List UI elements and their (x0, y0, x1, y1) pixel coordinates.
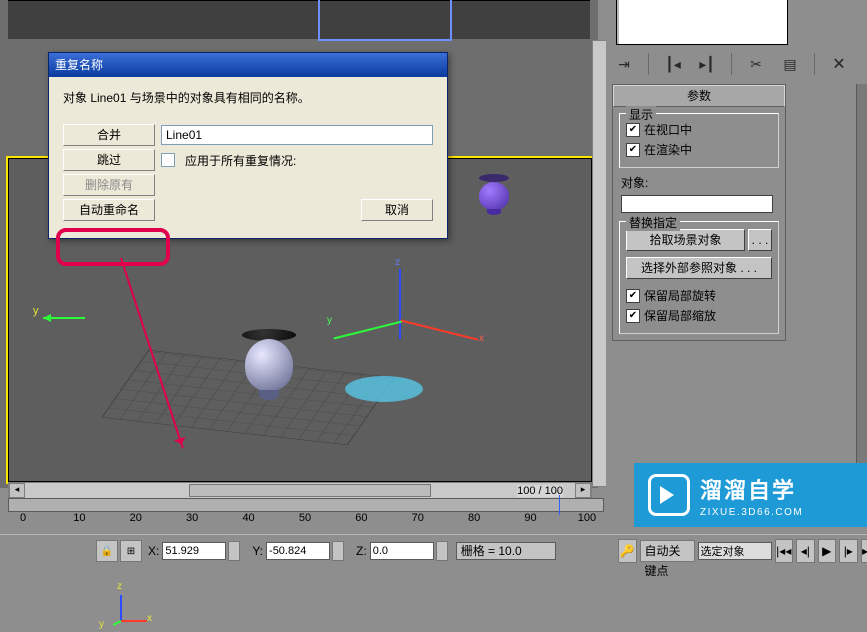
play-button[interactable]: ▶ (818, 539, 837, 563)
delete-original-button[interactable]: 删除原有 (63, 174, 155, 196)
axis-label-y: y (327, 315, 332, 326)
dialog-title[interactable]: 重复名称 (49, 53, 447, 77)
replace-group: 替换指定 拾取场景对象 . . . 选择外部参照对象 . . . ✔保留局部旋转… (619, 221, 779, 334)
keep-scale-checkbox[interactable]: ✔ (626, 309, 640, 323)
key-filter-input[interactable] (698, 542, 772, 560)
wireframe-object (318, 0, 452, 41)
scene-object-vase-big[interactable] (239, 329, 299, 419)
keep-rotation-checkbox[interactable]: ✔ (626, 289, 640, 303)
parameters-rollout: 参数 显示 ✔在视口中 ✔在渲染中 对象: 替换指定 拾取场景对象 . . . … (612, 84, 786, 341)
dialog-message: 对象 Line01 与场景中的对象具有相同的名称。 (63, 89, 433, 106)
prev-sample-icon[interactable]: ┃◂ (661, 52, 685, 76)
display-group: 显示 ✔在视口中 ✔在渲染中 (619, 113, 779, 168)
goto-end-button[interactable]: ▸▸| (861, 539, 867, 563)
pick-scene-button[interactable]: 拾取场景对象 (626, 229, 745, 251)
y-label: Y: (252, 544, 263, 558)
in-viewport-label: 在视口中 (644, 121, 692, 138)
prev-frame-button[interactable]: ◂| (796, 539, 815, 563)
in-render-label: 在渲染中 (644, 141, 692, 158)
z-spinner[interactable] (436, 541, 448, 561)
scroll-left-button[interactable]: ◂ (9, 483, 25, 498)
goto-start-button[interactable]: |◂◂ (775, 539, 794, 563)
apply-all-label: 应用于所有重复情况: (185, 152, 296, 169)
y-spinner[interactable] (332, 541, 344, 561)
keep-scale-label: 保留局部缩放 (644, 307, 716, 324)
timeline-tick-labels: 0102030405060708090100 (8, 512, 602, 528)
keep-rotation-label: 保留局部旋转 (644, 287, 716, 304)
auto-rename-button[interactable]: 自动重命名 (63, 199, 155, 221)
pick-scene-more-button[interactable]: . . . (748, 229, 772, 251)
object-name-field[interactable]: Line01 (161, 125, 433, 145)
lock-icon[interactable]: 🔒 (96, 540, 118, 562)
delete-icon[interactable]: 🗙 (827, 52, 851, 76)
watermark: 溜溜自学 ZIXUE.3D66.COM (634, 463, 867, 527)
add-key-button[interactable]: 🔑 (618, 539, 637, 563)
cut-icon[interactable]: ✂ (744, 52, 768, 76)
world-axis-corner: z x y (113, 589, 153, 632)
watermark-text-en: ZIXUE.3D66.COM (700, 507, 803, 518)
timeline-ruler[interactable]: 0102030405060708090100 (0, 498, 610, 530)
time-slider-thumb[interactable] (189, 484, 431, 497)
panel-scroll-handle[interactable] (856, 84, 867, 494)
scene-object-vase-small[interactable] (477, 174, 511, 220)
playback-controls: 🔑 自动关键点 |◂◂ ◂| ▶ |▸ ▸▸| (618, 534, 867, 567)
axis-label-z: z (395, 257, 400, 268)
x-label: X: (148, 544, 159, 558)
play-logo-icon (648, 474, 690, 516)
pin-icon[interactable]: ⇥ (612, 52, 636, 76)
viewport-top (8, 0, 590, 39)
merge-button[interactable]: 合并 (63, 124, 155, 146)
watermark-text-cn: 溜溜自学 (700, 473, 803, 505)
auto-key-button[interactable]: 自动关键点 (640, 540, 695, 562)
grid-readout: 栅格 = 10.0 (456, 542, 556, 560)
options-icon[interactable]: ▤ (778, 52, 802, 76)
command-panel: ⇥ ┃◂ ▸┃ ✂ ▤ 🗙 参数 显示 ✔ 在视口中 ✔ 在渲染中 对象: 替换指定… (606, 0, 867, 534)
pick-xref-button[interactable]: 选择外部参照对象 . . . (626, 257, 772, 279)
in-viewport-checkbox[interactable]: ✔ (626, 123, 640, 137)
x-spinner[interactable] (228, 541, 240, 561)
selection-disc (339, 374, 429, 404)
time-slider[interactable]: ◂ 100 / 100 ▸ (8, 482, 592, 499)
next-sample-icon[interactable]: ▸┃ (695, 52, 719, 76)
y-coord-input[interactable] (266, 542, 330, 560)
z-coord-input[interactable] (370, 542, 434, 560)
in-render-checkbox[interactable]: ✔ (626, 143, 640, 157)
skip-button[interactable]: 跳过 (63, 149, 155, 171)
time-readout: 100 / 100 (517, 485, 563, 497)
preview-toolbar: ⇥ ┃◂ ▸┃ ✂ ▤ 🗙 (612, 52, 851, 76)
cancel-button[interactable]: 取消 (361, 199, 433, 221)
world-axis-side: y (39, 311, 89, 328)
material-preview (616, 0, 788, 45)
scroll-right-button[interactable]: ▸ (575, 483, 591, 498)
apply-all-checkbox[interactable] (161, 153, 175, 167)
object-label: 对象: (621, 174, 777, 191)
coord-mode-icon[interactable]: ⊞ (120, 540, 142, 562)
next-frame-button[interactable]: |▸ (839, 539, 858, 563)
x-coord-input[interactable] (162, 542, 226, 560)
duplicate-name-dialog: 重复名称 对象 Line01 与场景中的对象具有相同的名称。 合并 Line01… (48, 52, 448, 239)
replace-legend: 替换指定 (626, 214, 680, 231)
object-name-input[interactable] (621, 195, 773, 213)
z-label: Z: (356, 544, 367, 558)
parameters-title[interactable]: 参数 (613, 85, 785, 107)
axis-label-x: x (479, 333, 484, 344)
display-legend: 显示 (626, 106, 656, 123)
